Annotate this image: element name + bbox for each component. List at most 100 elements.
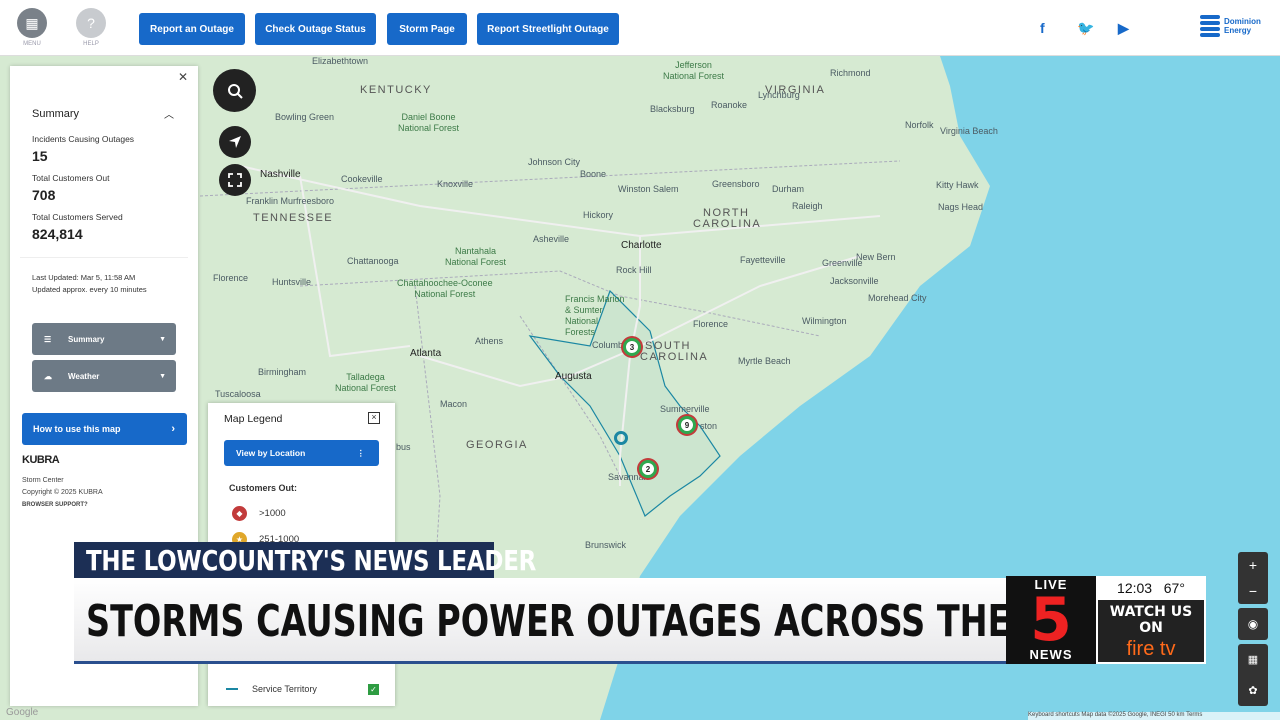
caret-down-icon: ▼ <box>159 335 166 343</box>
firetv-promo: WATCH US ON fire tv <box>1098 600 1204 662</box>
summary-dropdown-label: Summary <box>68 334 105 344</box>
label-augusta: Augusta <box>555 371 592 382</box>
help-button[interactable]: ? HELP <box>75 8 107 47</box>
firetv-logo: fire tv <box>1126 638 1176 660</box>
label-jefferson: Jefferson <box>675 60 712 70</box>
label-athens: Athens <box>475 336 504 346</box>
report-streetlight-outage-button[interactable]: Report Streetlight Outage <box>477 13 619 45</box>
station-bug: LIVE 5 NEWS 12:03 67° WATCH US ON fire t… <box>1006 576 1206 664</box>
label-durham: Durham <box>772 184 805 194</box>
news-tagline: THE LOWCOUNTRY'S NEWS LEADER <box>74 542 536 578</box>
label-carolina-nc: CAROLINA <box>693 218 762 230</box>
compass-button[interactable]: ◉ <box>1238 608 1268 640</box>
label-atlanta: Atlanta <box>410 348 442 359</box>
outage-marker[interactable]: 2 <box>639 460 657 478</box>
legend-title: Map Legend <box>224 413 283 425</box>
label-nantahala: Nantahala <box>454 246 497 256</box>
question-icon: ? <box>76 8 106 38</box>
last-updated: Last Updated: Mar 5, 11:58 AM <box>32 273 136 282</box>
service-territory-checkbox[interactable]: ✓ <box>368 684 379 695</box>
search-icon <box>227 83 243 99</box>
label-franklin: Franklin Murfreesboro <box>246 196 335 206</box>
menu-button[interactable]: ▦ MENU <box>16 8 48 47</box>
legend-item-label: >1000 <box>259 508 286 519</box>
label-knoxville: Knoxville <box>437 179 474 189</box>
locate-button[interactable] <box>219 126 251 158</box>
summary-title: Summary <box>32 108 80 120</box>
label-francis-marion-4: Forests <box>565 327 596 337</box>
label-boone: Boone <box>580 169 607 179</box>
twitter-icon[interactable]: 🐦 <box>1077 20 1094 37</box>
menu-label: MENU <box>23 41 41 47</box>
chevron-right-icon: › <box>171 423 175 435</box>
customers-served-label: Total Customers Served <box>32 212 123 222</box>
label-tuscaloosa: Tuscaloosa <box>215 389 261 399</box>
fullscreen-button[interactable] <box>219 164 251 196</box>
close-icon[interactable]: × <box>368 412 380 424</box>
zoom-in-button[interactable]: + <box>1249 557 1257 573</box>
layers-icon[interactable]: ▦ <box>1248 653 1258 666</box>
label-richmond: Richmond <box>830 68 871 78</box>
youtube-icon[interactable]: ▶ <box>1118 20 1129 37</box>
weather-dropdown[interactable]: ☁ Weather ▼ <box>32 360 176 392</box>
help-label: HELP <box>83 41 99 47</box>
label-georgia: GEORGIA <box>466 439 528 451</box>
view-by-location-label: View by Location <box>236 448 306 458</box>
customers-out-value: 708 <box>32 187 56 203</box>
label-florence: Florence <box>693 319 729 329</box>
label-greensboro: Greensboro <box>712 179 760 189</box>
app-header: ▦ MENU ? HELP Report an Outage Check Out… <box>0 0 1280 56</box>
dominion-energy-logo[interactable]: Dominion Energy <box>1200 15 1268 37</box>
browser-support-link[interactable]: BROWSER SUPPORT? <box>22 502 88 508</box>
label-charlotte: Charlotte <box>621 240 662 251</box>
more-vertical-icon: ⋮ <box>356 447 366 458</box>
label-nags-head: Nags Head <box>938 202 984 212</box>
dominion-logo-mark <box>1200 15 1220 37</box>
brand-name: Dominion Energy <box>1224 17 1261 35</box>
chevron-up-icon[interactable]: ︿ <box>164 106 174 121</box>
label-tennessee: TENNESSEE <box>253 212 334 224</box>
outage-marker[interactable]: 3 <box>623 338 641 356</box>
search-button[interactable] <box>213 69 256 112</box>
label-daniel-boone-2: National Forest <box>398 123 460 133</box>
label-rock-hill: Rock Hill <box>616 265 652 275</box>
settings-icon[interactable]: ✿ <box>1248 684 1257 697</box>
how-to-use-map-button[interactable]: How to use this map › <box>22 413 187 445</box>
temperature: 67° <box>1163 580 1185 596</box>
label-virginia-beach: Virginia Beach <box>940 126 998 136</box>
customers-out-label: Total Customers Out <box>32 173 110 183</box>
outage-marker-ring[interactable] <box>614 431 628 445</box>
label-lynchburg: Lynchburg <box>758 90 800 100</box>
label-bowling-green: Bowling Green <box>275 112 335 122</box>
check-outage-status-button[interactable]: Check Outage Status <box>255 13 376 45</box>
zoom-controls: + − <box>1238 552 1268 604</box>
weather-dropdown-label: Weather <box>68 371 100 381</box>
service-territory-row: Service Territory <box>226 684 317 694</box>
facebook-icon[interactable]: f <box>1040 20 1045 36</box>
label-florence-al: Florence <box>213 273 249 283</box>
storm-page-button[interactable]: Storm Page <box>387 13 467 45</box>
incidents-label: Incidents Causing Outages <box>32 134 135 144</box>
update-frequency: Updated approx. every 10 minutes <box>32 285 147 294</box>
outage-marker[interactable]: 9 <box>678 416 696 434</box>
service-territory-label: Service Territory <box>252 684 317 694</box>
label-kitty-hawk: Kitty Hawk <box>936 180 979 190</box>
summary-dropdown[interactable]: ☰ Summary ▼ <box>32 323 176 355</box>
watch-us-on-text: WATCH US ON <box>1109 604 1193 636</box>
zoom-out-button[interactable]: − <box>1249 583 1257 599</box>
label-columbus: bus <box>396 442 411 452</box>
news-headline: STORMS CAUSING POWER OUTAGES ACROSS THE … <box>74 578 1008 664</box>
label-roanoke: Roanoke <box>711 100 748 110</box>
report-outage-button[interactable]: Report an Outage <box>139 13 245 45</box>
headline-accent-bar <box>74 661 1008 664</box>
label-talladega-2: National Forest <box>335 383 397 393</box>
label-francis-marion-3: National <box>565 316 599 326</box>
fullscreen-icon <box>228 173 242 187</box>
close-icon[interactable]: ✕ <box>178 70 188 84</box>
view-by-location-button[interactable]: View by Location ⋮ <box>224 440 379 466</box>
copyright-text: Copyright © 2025 KUBRA <box>22 489 103 496</box>
kubra-logo: KUBRA <box>22 454 60 466</box>
label-chattanooga: Chattanooga <box>347 256 399 266</box>
news-tagline-text: THE LOWCOUNTRY'S NEWS LEADER <box>86 543 537 577</box>
label-huntsville: Huntsville <box>272 277 312 287</box>
